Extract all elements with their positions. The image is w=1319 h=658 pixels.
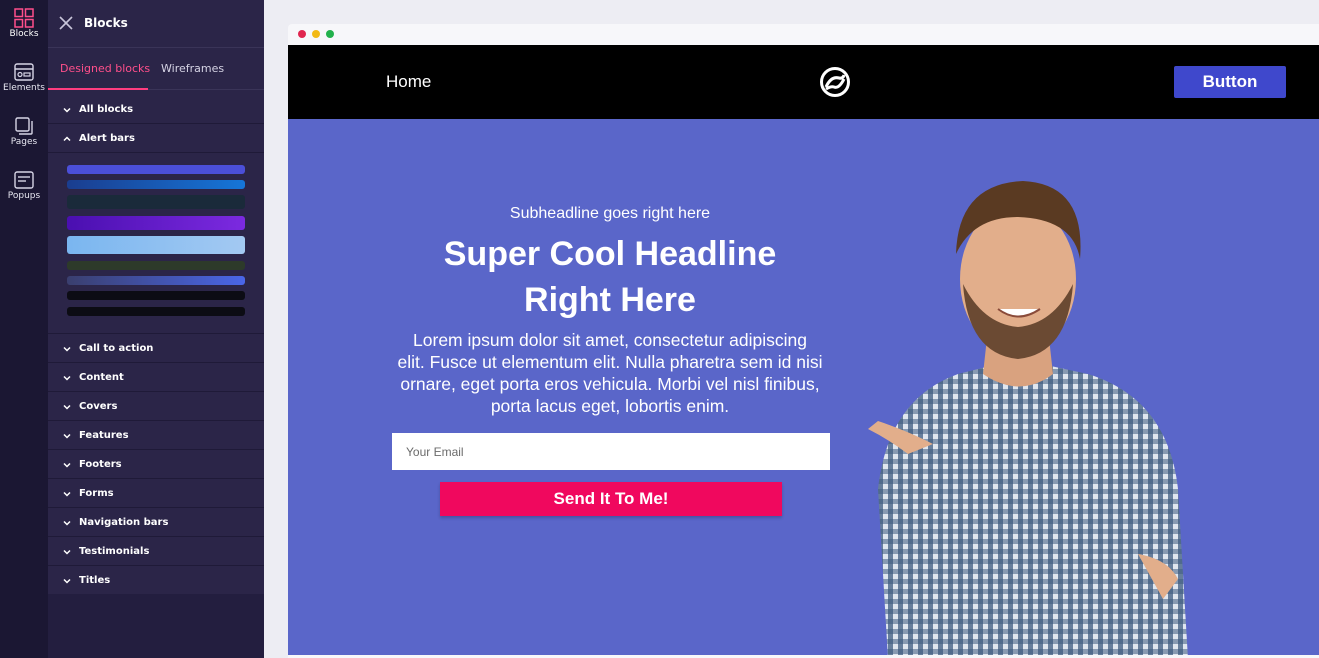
chevron-down-icon xyxy=(63,375,71,381)
close-icon[interactable] xyxy=(58,15,74,31)
chevron-down-icon xyxy=(63,549,71,555)
body-line: ornare, eget porta eros vehicula. Morbi … xyxy=(400,374,820,394)
alert-bar-thumbnail[interactable] xyxy=(67,216,245,230)
headline-line: Right Here xyxy=(524,281,696,319)
alert-bar-thumbnail[interactable] xyxy=(67,236,245,254)
alert-bar-thumbnail[interactable] xyxy=(67,180,245,189)
headline-line: Super Cool Headline xyxy=(443,235,777,273)
category-label: Alert bars xyxy=(79,133,135,144)
alert-bar-thumbnails xyxy=(48,154,264,334)
category-navigation-bars[interactable]: Navigation bars xyxy=(48,509,264,537)
hero-section: Subheadline goes right here Super Cool H… xyxy=(288,119,1319,655)
window-maximize-dot[interactable] xyxy=(326,30,334,38)
window-minimize-dot[interactable] xyxy=(312,30,320,38)
email-field[interactable] xyxy=(392,433,830,470)
hero-subheadline: Subheadline goes right here xyxy=(509,205,711,222)
body-line: porta lacus eget, lobortis enim. xyxy=(490,396,730,416)
rail-item-popups[interactable]: Popups xyxy=(0,164,48,212)
category-label: Covers xyxy=(79,401,118,412)
alert-bar-thumbnail[interactable] xyxy=(67,291,245,300)
rail-item-elements[interactable]: Elements xyxy=(0,56,48,104)
category-forms[interactable]: Forms xyxy=(48,480,264,508)
pages-icon xyxy=(15,117,33,135)
alert-bar-thumbnail[interactable] xyxy=(67,307,245,316)
category-footers[interactable]: Footers xyxy=(48,451,264,479)
category-label: Call to action xyxy=(79,343,154,354)
category-features[interactable]: Features xyxy=(48,422,264,450)
elements-icon xyxy=(14,63,34,81)
panel-header: Blocks xyxy=(48,0,264,48)
alert-bar-thumbnail[interactable] xyxy=(67,195,245,209)
category-alert-bars[interactable]: Alert bars xyxy=(48,125,264,153)
chevron-down-icon xyxy=(63,107,71,113)
rail-item-blocks[interactable]: Blocks xyxy=(0,2,48,50)
chevron-up-icon xyxy=(63,136,71,142)
alert-bar-thumbnail[interactable] xyxy=(67,276,245,285)
category-label: Features xyxy=(79,430,129,441)
man-pointing-image xyxy=(868,181,1188,655)
category-label: Forms xyxy=(79,488,114,499)
category-label: Testimonials xyxy=(79,546,150,557)
category-content[interactable]: Content xyxy=(48,364,264,392)
chevron-down-icon xyxy=(63,578,71,584)
category-label: Titles xyxy=(79,575,111,586)
category-all-blocks[interactable]: All blocks xyxy=(48,96,264,124)
category-call-to-action[interactable]: Call to action xyxy=(48,335,264,363)
rail-label: Pages xyxy=(10,137,38,147)
category-covers[interactable]: Covers xyxy=(48,393,264,421)
category-label: Footers xyxy=(79,459,122,470)
category-label: All blocks xyxy=(79,104,134,115)
left-rail: Blocks Elements Pages Popups xyxy=(0,0,48,658)
window-close-dot[interactable] xyxy=(298,30,306,38)
tab-wireframes[interactable]: Wireframes xyxy=(161,62,224,75)
category-testimonials[interactable]: Testimonials xyxy=(48,538,264,566)
panel-footer-area xyxy=(48,594,264,658)
body-line: elit. Fusce ut elementum elit. Nulla pha… xyxy=(397,352,823,372)
category-titles[interactable]: Titles xyxy=(48,567,264,595)
chevron-down-icon xyxy=(63,520,71,526)
nav-cta-button[interactable]: Button xyxy=(1174,66,1286,98)
active-tab-indicator xyxy=(48,88,148,90)
swirl-logo-icon[interactable] xyxy=(819,66,851,98)
chevron-down-icon xyxy=(63,346,71,352)
alert-bar-thumbnail[interactable] xyxy=(67,261,245,270)
body-line: Lorem ipsum dolor sit amet, consectetur … xyxy=(413,330,807,350)
alert-bar-thumbnail[interactable] xyxy=(67,165,245,174)
hero-headline: Super Cool Headline Right Here xyxy=(392,231,828,323)
chevron-down-icon xyxy=(63,404,71,410)
nav-home-link[interactable]: Home xyxy=(386,72,431,92)
panel-title: Blocks xyxy=(84,16,128,30)
blocks-grid-icon xyxy=(14,8,34,28)
site-navbar: Home Button xyxy=(288,45,1319,119)
chevron-down-icon xyxy=(63,462,71,468)
tab-designed-blocks[interactable]: Designed blocks xyxy=(60,62,150,75)
rail-label: Blocks xyxy=(9,29,39,39)
rail-item-pages[interactable]: Pages xyxy=(0,110,48,158)
rail-label: Popups xyxy=(7,191,41,201)
rail-label: Elements xyxy=(3,83,45,93)
panel-tabs: Designed blocks Wireframes xyxy=(48,48,264,90)
chevron-down-icon xyxy=(63,433,71,439)
send-button[interactable]: Send It To Me! xyxy=(440,482,782,516)
category-label: Content xyxy=(79,372,124,383)
category-label: Navigation bars xyxy=(79,517,169,528)
chevron-down-icon xyxy=(63,491,71,497)
popups-icon xyxy=(14,171,34,189)
blocks-panel: Blocks Designed blocks Wireframes All bl… xyxy=(48,0,264,658)
hero-body-text: Lorem ipsum dolor sit amet, consectetur … xyxy=(388,329,832,417)
